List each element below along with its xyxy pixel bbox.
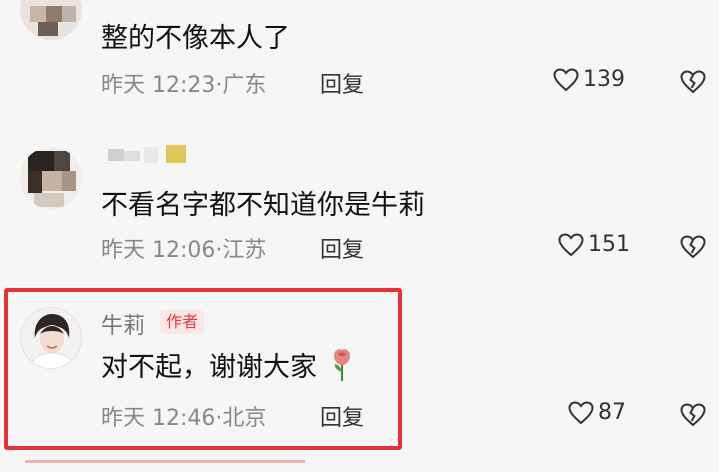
- like-button[interactable]: 139: [553, 67, 625, 92]
- username-blurred[interactable]: [108, 145, 188, 167]
- like-count: 87: [598, 400, 626, 425]
- broken-heart-icon[interactable]: [680, 402, 706, 428]
- like-button[interactable]: 151: [558, 232, 630, 257]
- like-count: 139: [583, 67, 625, 92]
- comment-location: 广东: [222, 73, 267, 98]
- like-button[interactable]: 87: [568, 400, 626, 425]
- highlight-arrow-edge: [25, 460, 305, 463]
- reply-button[interactable]: 回复: [320, 67, 364, 99]
- broken-heart-icon[interactable]: [680, 234, 706, 260]
- avatar-blurred[interactable]: [20, 147, 82, 209]
- broken-heart-icon[interactable]: [680, 69, 706, 95]
- comment-time: 昨天 12:06: [101, 238, 216, 263]
- comment-time: 昨天 12:23: [101, 73, 216, 98]
- heart-icon: [558, 232, 584, 256]
- comment-location: 江苏: [222, 238, 267, 263]
- comment-meta: 昨天 12:23·广东: [101, 73, 267, 98]
- comment-meta: 昨天 12:06·江苏: [101, 238, 267, 263]
- avatar-blurred[interactable]: [20, 0, 82, 40]
- reply-button[interactable]: 回复: [320, 232, 364, 264]
- comment-text: 不看名字都不知道你是牛莉: [101, 190, 425, 221]
- heart-icon: [553, 67, 579, 91]
- highlight-box: [4, 288, 402, 450]
- like-count: 151: [588, 232, 630, 257]
- heart-icon: [568, 400, 594, 424]
- comment-text: 整的不像本人了: [101, 23, 290, 54]
